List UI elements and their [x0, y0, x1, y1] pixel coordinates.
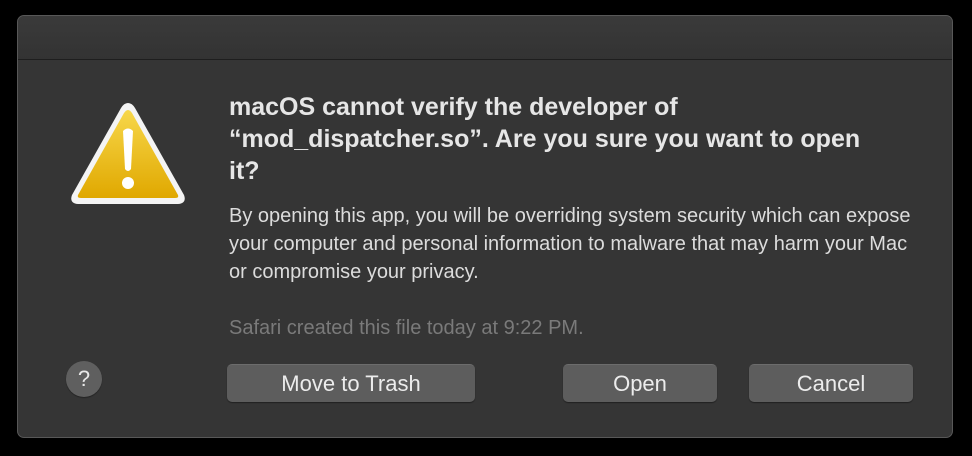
dialog-title: macOS cannot verify the developer of “mo… [229, 93, 861, 185]
cancel-button[interactable]: Cancel [749, 364, 913, 402]
warning-icon [68, 99, 188, 209]
alert-dialog: macOS cannot verify the developer of “mo… [17, 15, 953, 438]
dialog-titlebar[interactable] [18, 16, 952, 60]
move-to-trash-button[interactable]: Move to Trash [227, 364, 475, 402]
open-button[interactable]: Open [563, 364, 717, 402]
file-info-text: Safari created this file today at 9:22 P… [229, 317, 584, 339]
dialog-message: By opening this app, you will be overrid… [229, 205, 911, 283]
help-button[interactable]: ? [66, 361, 102, 397]
